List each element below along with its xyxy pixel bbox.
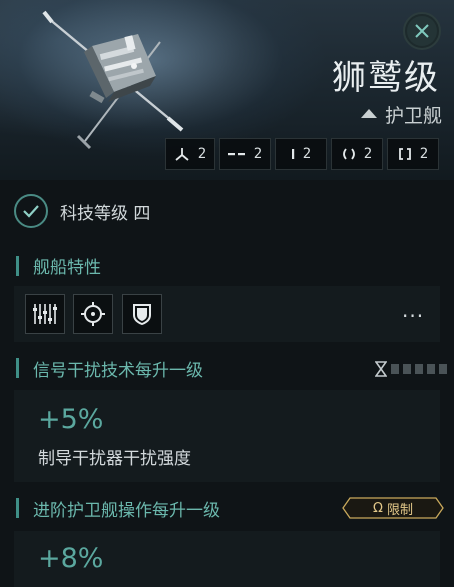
targeting-icon xyxy=(81,302,105,326)
skill-level-cell xyxy=(415,364,423,374)
close-icon xyxy=(407,16,437,46)
frigate-class-icon xyxy=(360,109,377,118)
bonus-value: +5% xyxy=(38,404,104,435)
traits-section-header: 舰船特性 xyxy=(16,253,101,278)
slot-low: 2 xyxy=(387,138,439,170)
slot-count: 2 xyxy=(197,146,207,162)
section-accent-bar xyxy=(16,358,19,378)
mid-slot-icon xyxy=(342,148,355,160)
ship-header: 狮鹫级 护卫舰 2 2 2 2 2 xyxy=(0,0,454,180)
tech-level-label: 科技等级 四 xyxy=(60,203,151,224)
ship-class-label: 护卫舰 xyxy=(384,105,442,127)
skill-level-meter xyxy=(375,361,447,377)
skill-hourglass-icon xyxy=(375,361,387,377)
bonus-skill-name: 信号干扰技术每升一级 xyxy=(33,360,203,381)
bonus-skill-name: 进阶护卫舰操作每升一级 xyxy=(33,500,220,521)
ship-class[interactable]: 护卫舰 xyxy=(360,101,442,128)
launcher-hardpoint-icon xyxy=(227,153,245,156)
section-accent-bar xyxy=(16,255,19,276)
slot-mid: 2 xyxy=(331,138,383,170)
low-slot-icon xyxy=(398,148,411,160)
slot-turret: 2 xyxy=(165,138,215,170)
tech-level: 科技等级 四 xyxy=(14,194,150,228)
skill-level-cell xyxy=(439,364,447,374)
fitting-slots: 2 2 2 2 2 xyxy=(165,138,439,170)
slot-count: 2 xyxy=(363,146,373,162)
more-options-button[interactable]: ··· xyxy=(402,304,424,328)
skill-level-cell xyxy=(427,364,435,374)
bonus-description: 制导干扰器干扰强度 xyxy=(38,449,191,469)
slot-count: 2 xyxy=(253,146,263,162)
close-button[interactable] xyxy=(403,12,441,50)
trait-targeting[interactable] xyxy=(73,294,113,334)
skill-level-cell xyxy=(403,364,411,374)
restriction-tag[interactable]: Ω 限制 xyxy=(342,497,444,519)
bonus-value: +8% xyxy=(38,543,104,574)
ecm-modules-icon xyxy=(33,304,57,324)
traits-title: 舰船特性 xyxy=(33,258,101,278)
slot-count: 2 xyxy=(419,146,429,162)
high-slot-icon xyxy=(291,149,294,159)
ship-name: 狮鹫级 xyxy=(332,58,440,98)
section-accent-bar xyxy=(16,498,19,518)
slot-high: 2 xyxy=(275,138,327,170)
trait-ecm[interactable] xyxy=(25,294,65,334)
slot-count: 2 xyxy=(302,146,312,162)
omega-icon: Ω xyxy=(373,500,383,516)
trait-shield[interactable] xyxy=(122,294,162,334)
shield-icon xyxy=(133,304,151,325)
skill-level-cell xyxy=(391,364,399,374)
tech-level-check-icon xyxy=(14,194,48,228)
turret-hardpoint-icon xyxy=(175,148,189,161)
slot-launcher: 2 xyxy=(219,138,271,170)
restriction-label: 限制 xyxy=(386,502,413,518)
